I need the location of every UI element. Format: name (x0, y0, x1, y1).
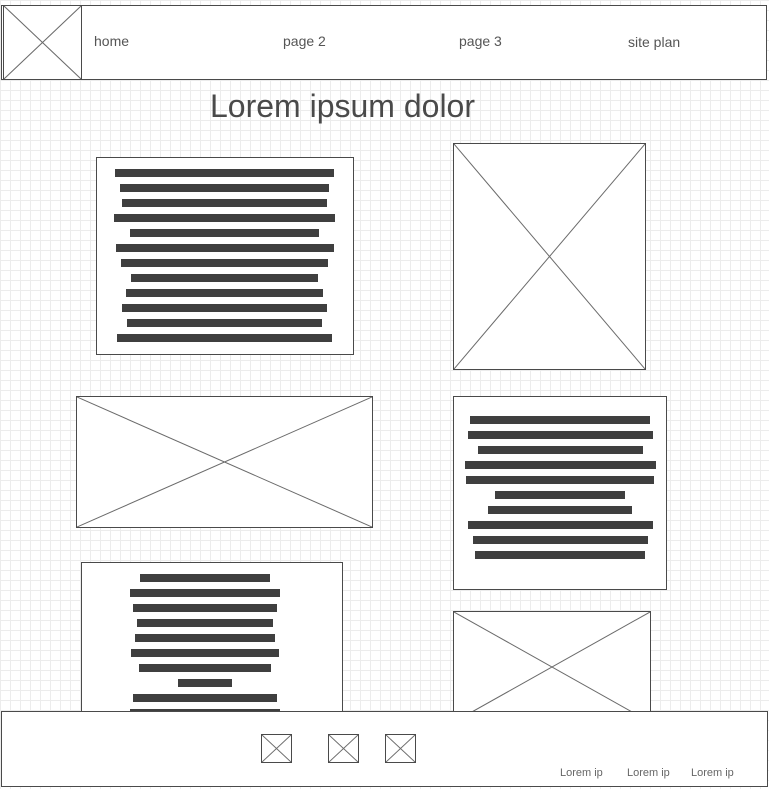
nav-link-page-3[interactable]: page 3 (459, 33, 502, 49)
text-line (130, 229, 319, 237)
placeholder-cross-icon (454, 612, 650, 722)
text-line (468, 521, 653, 529)
text-line (133, 604, 277, 612)
text-line (466, 476, 654, 484)
footer-link-2[interactable]: Lorem ip (627, 767, 670, 779)
nav-link-page-2[interactable]: page 2 (283, 33, 326, 49)
text-line (470, 416, 650, 424)
image-placeholder-2 (76, 396, 373, 528)
placeholder-cross-icon (386, 735, 415, 762)
text-line (478, 446, 643, 454)
text-line (131, 649, 279, 657)
header-bar: home page 2 page 3 site plan (1, 5, 767, 80)
text-line (122, 304, 327, 312)
text-line (114, 214, 335, 222)
text-line (473, 536, 648, 544)
footer-link-1[interactable]: Lorem ip (560, 767, 603, 779)
text-line (121, 259, 328, 267)
placeholder-cross-icon (454, 144, 645, 369)
social-icon-placeholder-1[interactable] (261, 734, 292, 763)
text-line (488, 506, 632, 514)
text-line (137, 619, 273, 627)
image-placeholder-1 (453, 143, 646, 370)
image-placeholder-3 (453, 611, 651, 723)
text-block-1 (96, 157, 354, 355)
footer-bar: Lorem ip Lorem ip Lorem ip (1, 711, 768, 787)
text-line (465, 461, 656, 469)
social-icon-placeholder-3[interactable] (385, 734, 416, 763)
logo-image-placeholder[interactable] (3, 5, 82, 80)
placeholder-cross-icon (329, 735, 358, 762)
text-line (122, 199, 327, 207)
text-line (495, 491, 625, 499)
text-line (117, 334, 332, 342)
text-line (116, 244, 334, 252)
text-line (127, 319, 322, 327)
nav-link-home[interactable]: home (94, 33, 129, 49)
text-line (140, 574, 270, 582)
text-line (135, 634, 275, 642)
text-line (133, 694, 277, 702)
text-line (139, 664, 271, 672)
text-line (130, 589, 280, 597)
nav-link-site-plan[interactable]: site plan (628, 34, 680, 50)
text-line (178, 679, 232, 687)
text-block-3 (81, 562, 343, 722)
text-block-2 (453, 396, 667, 590)
text-line (115, 169, 334, 177)
placeholder-cross-icon (262, 735, 291, 762)
page-title: Lorem ipsum dolor (210, 88, 475, 124)
text-line (126, 289, 323, 297)
social-icon-placeholder-2[interactable] (328, 734, 359, 763)
text-line (131, 274, 318, 282)
text-line (475, 551, 645, 559)
text-line (468, 431, 653, 439)
placeholder-cross-icon (4, 6, 81, 79)
footer-link-3[interactable]: Lorem ip (691, 767, 734, 779)
text-line (120, 184, 329, 192)
placeholder-cross-icon (77, 397, 372, 527)
